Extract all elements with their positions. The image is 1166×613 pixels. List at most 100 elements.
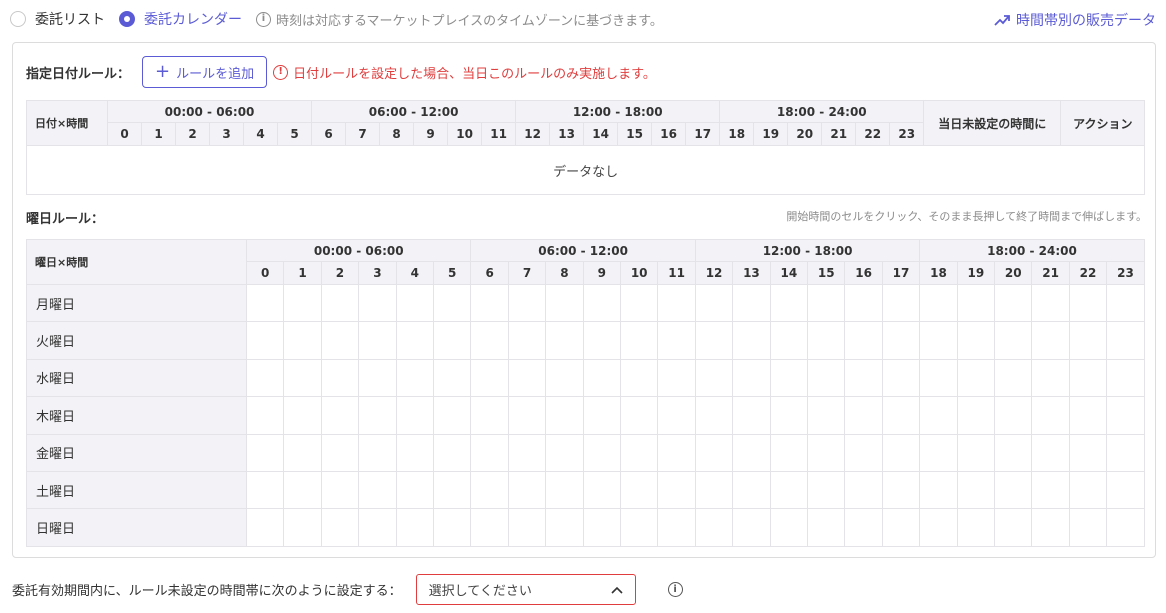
- time-slot-cell[interactable]: [358, 396, 397, 435]
- time-slot-cell[interactable]: [619, 321, 659, 360]
- time-slot-cell[interactable]: [657, 358, 696, 398]
- time-slot-cell[interactable]: [694, 433, 734, 472]
- hourly-sales-data-link[interactable]: 時間帯別の販売データ: [994, 10, 1156, 30]
- time-slot-cell[interactable]: [395, 470, 434, 510]
- time-slot-cell[interactable]: [582, 396, 621, 435]
- time-slot-cell[interactable]: [694, 508, 734, 547]
- time-slot-cell[interactable]: [919, 321, 958, 360]
- time-slot-cell[interactable]: [919, 470, 958, 510]
- time-slot-cell[interactable]: [844, 321, 883, 360]
- time-slot-cell[interactable]: [732, 508, 771, 547]
- time-slot-cell[interactable]: [807, 470, 846, 510]
- time-slot-cell[interactable]: [395, 508, 434, 547]
- time-slot-cell[interactable]: [320, 358, 360, 398]
- time-slot-cell[interactable]: [320, 470, 360, 510]
- time-slot-cell[interactable]: [844, 433, 883, 472]
- time-slot-cell[interactable]: [582, 358, 621, 398]
- time-slot-cell[interactable]: [1106, 283, 1145, 323]
- time-slot-cell[interactable]: [470, 433, 509, 472]
- time-slot-cell[interactable]: [619, 396, 659, 435]
- time-slot-cell[interactable]: [881, 321, 921, 360]
- time-slot-cell[interactable]: [769, 283, 809, 323]
- time-slot-cell[interactable]: [619, 508, 659, 547]
- time-slot-cell[interactable]: [1068, 396, 1108, 435]
- time-slot-cell[interactable]: [582, 470, 621, 510]
- time-slot-cell[interactable]: [432, 470, 472, 510]
- time-slot-cell[interactable]: [769, 358, 809, 398]
- time-slot-cell[interactable]: [1031, 358, 1070, 398]
- time-slot-cell[interactable]: [657, 321, 696, 360]
- time-slot-cell[interactable]: [320, 433, 360, 472]
- time-slot-cell[interactable]: [358, 283, 397, 323]
- time-slot-cell[interactable]: [582, 321, 621, 360]
- time-slot-cell[interactable]: [395, 433, 434, 472]
- time-slot-cell[interactable]: [245, 508, 285, 547]
- time-slot-cell[interactable]: [283, 283, 322, 323]
- time-slot-cell[interactable]: [432, 508, 472, 547]
- time-slot-cell[interactable]: [994, 321, 1033, 360]
- time-slot-cell[interactable]: [732, 358, 771, 398]
- time-slot-cell[interactable]: [844, 358, 883, 398]
- time-slot-cell[interactable]: [694, 321, 734, 360]
- time-slot-cell[interactable]: [1106, 396, 1145, 435]
- time-slot-cell[interactable]: [1068, 433, 1108, 472]
- time-slot-cell[interactable]: [1031, 283, 1070, 323]
- time-slot-cell[interactable]: [994, 470, 1033, 510]
- info-icon[interactable]: i: [667, 582, 683, 597]
- time-slot-cell[interactable]: [395, 321, 434, 360]
- time-slot-cell[interactable]: [732, 470, 771, 510]
- time-slot-cell[interactable]: [1106, 508, 1145, 547]
- time-slot-cell[interactable]: [807, 321, 846, 360]
- time-slot-cell[interactable]: [956, 358, 996, 398]
- time-slot-cell[interactable]: [956, 508, 996, 547]
- time-slot-cell[interactable]: [432, 433, 472, 472]
- time-slot-cell[interactable]: [694, 283, 734, 323]
- time-slot-cell[interactable]: [395, 358, 434, 398]
- time-slot-cell[interactable]: [807, 433, 846, 472]
- time-slot-cell[interactable]: [769, 470, 809, 510]
- time-slot-cell[interactable]: [956, 321, 996, 360]
- time-slot-cell[interactable]: [694, 470, 734, 510]
- time-slot-cell[interactable]: [1031, 470, 1070, 510]
- time-slot-cell[interactable]: [358, 470, 397, 510]
- time-slot-cell[interactable]: [807, 283, 846, 323]
- time-slot-cell[interactable]: [470, 358, 509, 398]
- time-slot-cell[interactable]: [283, 321, 322, 360]
- time-slot-cell[interactable]: [432, 283, 472, 323]
- time-slot-cell[interactable]: [395, 396, 434, 435]
- time-slot-cell[interactable]: [470, 396, 509, 435]
- time-slot-cell[interactable]: [545, 358, 584, 398]
- time-slot-cell[interactable]: [732, 321, 771, 360]
- time-slot-cell[interactable]: [919, 508, 958, 547]
- time-slot-cell[interactable]: [769, 321, 809, 360]
- time-slot-cell[interactable]: [545, 283, 584, 323]
- time-slot-cell[interactable]: [582, 508, 621, 547]
- time-slot-cell[interactable]: [657, 433, 696, 472]
- time-slot-cell[interactable]: [844, 508, 883, 547]
- time-slot-cell[interactable]: [919, 358, 958, 398]
- time-slot-cell[interactable]: [432, 396, 472, 435]
- time-slot-cell[interactable]: [1106, 321, 1145, 360]
- time-slot-cell[interactable]: [732, 396, 771, 435]
- time-slot-cell[interactable]: [807, 508, 846, 547]
- time-slot-cell[interactable]: [994, 283, 1033, 323]
- time-slot-cell[interactable]: [844, 396, 883, 435]
- time-slot-cell[interactable]: [470, 470, 509, 510]
- time-slot-cell[interactable]: [245, 396, 285, 435]
- time-slot-cell[interactable]: [881, 433, 921, 472]
- time-slot-cell[interactable]: [1031, 433, 1070, 472]
- time-slot-cell[interactable]: [619, 358, 659, 398]
- time-slot-cell[interactable]: [358, 321, 397, 360]
- time-slot-cell[interactable]: [881, 470, 921, 510]
- time-slot-cell[interactable]: [582, 433, 621, 472]
- time-slot-cell[interactable]: [881, 508, 921, 547]
- time-slot-cell[interactable]: [619, 470, 659, 510]
- time-slot-cell[interactable]: [881, 283, 921, 323]
- time-slot-cell[interactable]: [732, 283, 771, 323]
- time-slot-cell[interactable]: [283, 470, 322, 510]
- time-slot-cell[interactable]: [919, 433, 958, 472]
- time-slot-cell[interactable]: [657, 396, 696, 435]
- time-slot-cell[interactable]: [245, 358, 285, 398]
- time-slot-cell[interactable]: [657, 283, 696, 323]
- time-slot-cell[interactable]: [844, 283, 883, 323]
